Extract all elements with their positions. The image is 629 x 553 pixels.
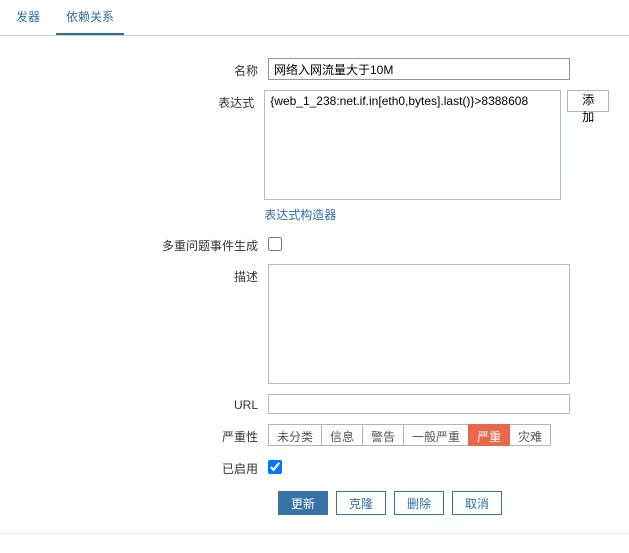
label-enabled: 已启用 [10, 456, 268, 477]
enabled-checkbox[interactable] [268, 460, 282, 474]
tab-trigger[interactable]: 发器 [6, 0, 50, 35]
add-button[interactable]: 添加 [567, 90, 609, 112]
clone-button[interactable]: 克隆 [336, 491, 386, 515]
cancel-button[interactable]: 取消 [452, 491, 502, 515]
severity-information[interactable]: 信息 [321, 424, 363, 446]
description-textarea[interactable] [268, 264, 570, 384]
severity-disaster[interactable]: 灾难 [509, 424, 551, 446]
severity-not-classified[interactable]: 未分类 [268, 424, 322, 446]
label-multi-event: 多重问题事件生成 [10, 233, 268, 254]
multi-event-checkbox[interactable] [268, 237, 282, 251]
delete-button[interactable]: 删除 [394, 491, 444, 515]
label-severity: 严重性 [10, 424, 268, 445]
label-url: URL [10, 394, 268, 412]
severity-group: 未分类 信息 警告 一般严重 严重 灾难 [268, 424, 551, 446]
name-input[interactable] [268, 58, 570, 80]
update-button[interactable]: 更新 [278, 491, 328, 515]
expression-textarea[interactable]: {web_1_238:net.if.in[eth0,bytes].last()}… [264, 90, 561, 200]
expression-builder-link[interactable]: 表达式构造器 [264, 206, 336, 223]
tab-dependency[interactable]: 依赖关系 [56, 0, 124, 35]
form: 名称 表达式 {web_1_238:net.if.in[eth0,bytes].… [0, 36, 629, 534]
severity-high[interactable]: 严重 [468, 424, 510, 446]
label-name: 名称 [10, 58, 268, 79]
label-expression: 表达式 [10, 90, 264, 111]
label-description: 描述 [10, 264, 268, 285]
severity-warning[interactable]: 警告 [362, 424, 404, 446]
severity-average[interactable]: 一般严重 [403, 424, 469, 446]
action-buttons: 更新 克隆 删除 取消 [278, 491, 609, 515]
url-input[interactable] [268, 394, 570, 414]
tabs: 发器 依赖关系 [0, 0, 629, 36]
